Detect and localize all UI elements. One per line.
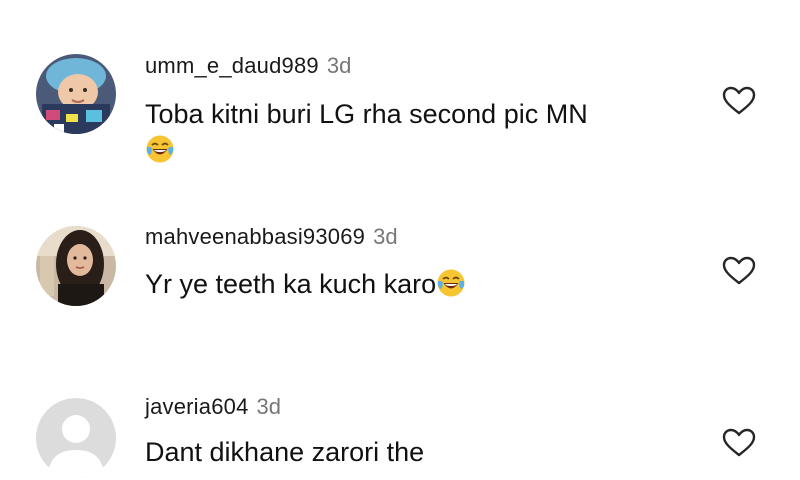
- username-link[interactable]: javeria604: [145, 394, 249, 419]
- heart-outline-icon: [722, 428, 756, 457]
- tears-of-joy-emoji-icon: 😂: [436, 268, 466, 298]
- comment-emoji-line: 😂: [145, 134, 175, 166]
- comments-list: umm_e_daud989 3d Toba kitni buri LG rha s…: [0, 0, 800, 480]
- username-link[interactable]: umm_e_daud989: [145, 53, 319, 78]
- avatar[interactable]: [36, 226, 116, 306]
- avatar[interactable]: [36, 398, 116, 478]
- avatar[interactable]: [36, 54, 116, 134]
- heart-outline-icon: [722, 256, 756, 285]
- woman-profile-photo-icon: [36, 226, 116, 306]
- comment-meta: javeria604 3d: [145, 394, 281, 420]
- like-button[interactable]: [722, 86, 756, 116]
- tears-of-joy-emoji-icon: 😂: [145, 134, 175, 164]
- comment-meta: umm_e_daud989 3d: [145, 53, 351, 79]
- timestamp: 3d: [373, 224, 398, 249]
- comment-meta: mahveenabbasi93069 3d: [145, 224, 398, 250]
- comment-text: Dant dikhane zarori the: [145, 437, 425, 467]
- like-button[interactable]: [722, 428, 756, 458]
- like-button[interactable]: [722, 256, 756, 286]
- comment-text-content: Yr ye teeth ka kuch karo: [145, 269, 437, 299]
- heart-outline-icon: [722, 86, 756, 115]
- comment-text: Toba kitni buri LG rha second pic MN: [145, 99, 588, 129]
- username-link[interactable]: mahveenabbasi93069: [145, 224, 365, 249]
- baby-profile-photo-icon: [36, 54, 116, 134]
- default-avatar-icon: [36, 398, 116, 478]
- timestamp: 3d: [326, 53, 352, 78]
- comment-text: Yr ye teeth ka kuch karo 😂: [145, 266, 466, 302]
- timestamp: 3d: [256, 394, 281, 419]
